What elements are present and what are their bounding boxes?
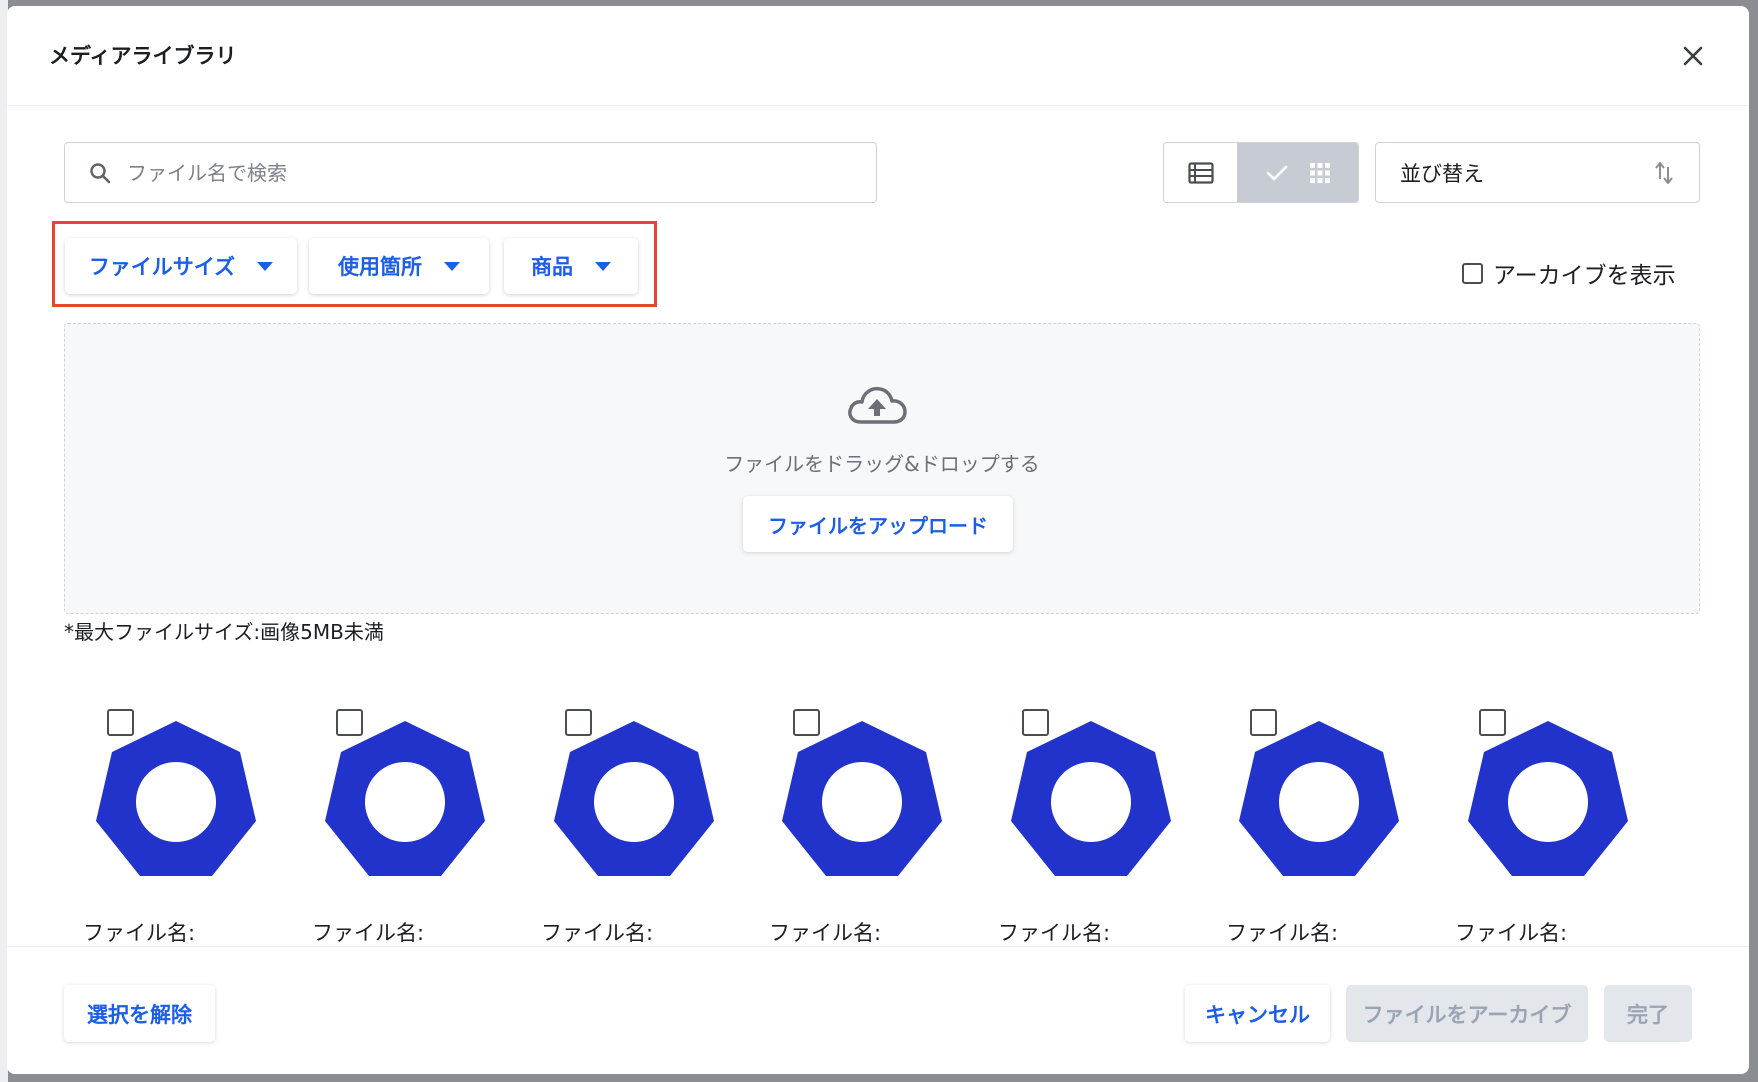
media-item-name: ファイル名: xyxy=(1455,921,1568,945)
media-item[interactable]: ファイル名: xyxy=(1455,701,1649,945)
archive-file-button[interactable]: ファイルをアーカイブ xyxy=(1346,985,1588,1042)
image-thumbnail xyxy=(1011,721,1171,876)
media-item-checkbox[interactable] xyxy=(1479,709,1506,736)
image-thumbnail xyxy=(782,721,942,876)
cloud-upload-icon xyxy=(848,386,907,424)
media-item-name: ファイル名: xyxy=(998,921,1111,945)
check-icon xyxy=(1266,165,1287,180)
sort-label: 並び替え xyxy=(1400,161,1484,186)
media-item-name: ファイル名: xyxy=(1226,921,1339,945)
max-file-size-note: *最大ファイルサイズ:画像5MB未満 xyxy=(64,620,384,644)
show-archive-toggle[interactable]: アーカイブを表示 xyxy=(1462,256,1676,290)
filter-usage-location-label: 使用箇所 xyxy=(338,255,422,279)
media-item[interactable]: ファイル名: xyxy=(312,701,506,945)
media-item[interactable]: ファイル名: xyxy=(769,701,963,945)
media-item-checkbox[interactable] xyxy=(336,709,363,736)
grid-view-icon xyxy=(1309,162,1330,183)
filter-file-size[interactable]: ファイルサイズ xyxy=(65,238,297,294)
media-item-checkbox[interactable] xyxy=(565,709,592,736)
media-item[interactable]: ファイル名: xyxy=(541,701,735,945)
done-button[interactable]: 完了 xyxy=(1604,985,1692,1042)
close-icon xyxy=(1683,46,1703,66)
image-thumbnail xyxy=(325,721,485,876)
cancel-button[interactable]: キャンセル xyxy=(1185,985,1330,1042)
search-icon xyxy=(90,162,111,183)
image-thumbnail xyxy=(1239,721,1399,876)
show-archive-label: アーカイブを表示 xyxy=(1493,263,1676,289)
modal-header: メディアライブラリ xyxy=(7,6,1749,106)
filter-file-size-label: ファイルサイズ xyxy=(88,255,236,279)
sort-select[interactable]: 並び替え xyxy=(1375,142,1700,203)
media-item-checkbox[interactable] xyxy=(1022,709,1049,736)
image-thumbnail xyxy=(1468,721,1628,876)
media-library-modal: メディアライブラリ ファイル名で検索 並び替え ファイルサイズ 使用箇所 商品 … xyxy=(7,6,1749,1074)
media-item-name: ファイル名: xyxy=(312,921,425,945)
image-thumbnail xyxy=(96,721,256,876)
upload-dropzone[interactable]: ファイルをドラッグ&ドロップする ファイルをアップロード xyxy=(64,323,1700,614)
media-item[interactable]: ファイル名: xyxy=(998,701,1192,945)
deselect-button[interactable]: 選択を解除 xyxy=(64,985,215,1042)
list-view-icon xyxy=(1187,161,1214,184)
filter-usage-location[interactable]: 使用箇所 xyxy=(309,238,489,294)
show-archive-checkbox[interactable] xyxy=(1462,262,1483,284)
media-item-name: ファイル名: xyxy=(769,921,882,945)
media-item[interactable]: ファイル名: xyxy=(1226,701,1420,945)
media-grid: ファイル名: ファイル名: ファイル名: ファイル名: ファイル名: ファイル名… xyxy=(83,701,1707,945)
search-input[interactable] xyxy=(127,160,827,185)
close-button[interactable] xyxy=(1679,42,1707,70)
grid-view-button[interactable] xyxy=(1237,143,1358,202)
media-item[interactable]: ファイル名: xyxy=(83,701,277,945)
upload-file-button[interactable]: ファイルをアップロード xyxy=(743,496,1013,552)
modal-footer: 選択を解除 キャンセル ファイルをアーカイブ 完了 xyxy=(7,946,1749,1074)
caret-down-icon xyxy=(444,261,460,271)
caret-down-icon xyxy=(595,261,611,271)
caret-down-icon xyxy=(257,261,274,271)
media-item-checkbox[interactable] xyxy=(793,709,820,736)
media-item-checkbox[interactable] xyxy=(107,709,134,736)
media-item-name: ファイル名: xyxy=(83,921,196,945)
filter-product[interactable]: 商品 xyxy=(504,238,638,294)
media-item-checkbox[interactable] xyxy=(1250,709,1277,736)
sort-arrows-icon xyxy=(1655,161,1673,184)
modal-title: メディアライブラリ xyxy=(49,44,237,68)
list-view-button[interactable] xyxy=(1164,143,1237,202)
search-field[interactable] xyxy=(64,142,877,203)
view-toggle xyxy=(1163,142,1359,203)
image-thumbnail xyxy=(554,721,714,876)
media-item-name: ファイル名: xyxy=(541,921,654,945)
dropzone-text: ファイルをドラッグ&ドロップする xyxy=(724,452,1040,476)
filter-product-label: 商品 xyxy=(531,255,573,279)
